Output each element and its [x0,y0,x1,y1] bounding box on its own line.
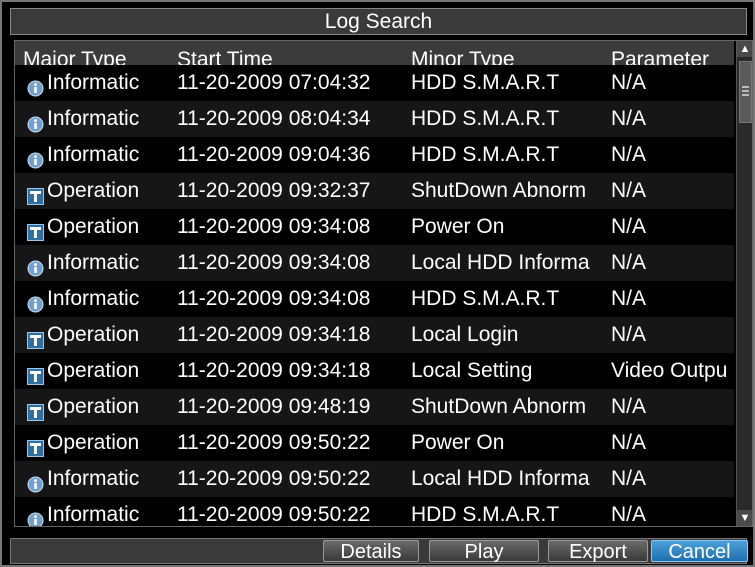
minor-type-cell: Power On [411,431,505,454]
table-row[interactable]: Informatic 11-20-2009 09:34:08 Local HDD I… [15,245,734,281]
table-body: Informatic 11-20-2009 07:04:32 HDD S.M.A.R… [15,65,734,526]
parameter-cell: N/A [611,467,647,490]
dialog-title: Log Search [10,8,747,35]
start-time-cell: 11-20-2009 09:04:36 [177,143,371,166]
info-icon [27,73,44,97]
major-type-cell: Operation [47,323,140,346]
start-time-cell: 11-20-2009 08:04:34 [177,107,371,130]
operation-icon [27,325,44,349]
start-time-cell: 11-20-2009 09:34:08 [177,215,371,238]
minor-type-cell: Local Setting [411,359,533,382]
major-type-cell: Informatic [47,251,140,274]
parameter-cell: N/A [611,143,647,166]
parameter-cell: N/A [611,215,647,238]
table-row[interactable]: Operation 11-20-2009 09:48:19 ShutDown Abn… [15,389,734,425]
table-row[interactable]: Operation 11-20-2009 09:50:22 Power On N/A [15,425,734,461]
major-type-cell: Operation [47,179,140,202]
major-type-cell: Operation [47,431,140,454]
parameter-cell: N/A [611,179,647,202]
vertical-scrollbar[interactable]: ▲ ▼ [736,41,752,526]
start-time-cell: 11-20-2009 09:50:22 [177,503,371,526]
table-row[interactable]: Informatic 11-20-2009 07:04:32 HDD S.M.A.R… [15,65,734,101]
scroll-thumb[interactable] [739,61,752,123]
start-time-cell: 11-20-2009 09:34:08 [177,251,371,274]
details-button[interactable]: Details [323,540,419,563]
major-type-cell: Operation [47,215,140,238]
minor-type-cell: Power On [411,215,505,238]
parameter-cell: N/A [611,287,647,310]
log-search-dialog: Log Search Major Type Start Time Minor T… [0,0,755,567]
cancel-button[interactable]: Cancel [651,540,748,563]
info-icon [27,289,44,313]
log-table: Major Type Start Time Minor Type Paramet… [14,40,753,527]
minor-type-cell: HDD S.M.A.R.T [411,71,560,94]
operation-icon [27,217,44,241]
parameter-cell: N/A [611,395,647,418]
info-icon [27,109,44,133]
minor-type-cell: ShutDown Abnorm [411,395,587,418]
operation-icon [27,397,44,421]
start-time-cell: 11-20-2009 09:32:37 [177,179,371,202]
table-row[interactable]: Informatic 11-20-2009 09:04:36 HDD S.M.A.R… [15,137,734,173]
start-time-cell: 11-20-2009 07:04:32 [177,71,371,94]
minor-type-cell: HDD S.M.A.R.T [411,143,560,166]
info-icon [27,145,44,169]
start-time-cell: 11-20-2009 09:50:22 [177,431,371,454]
parameter-cell: N/A [611,107,647,130]
operation-icon [27,433,44,457]
scroll-up-arrow-icon[interactable]: ▲ [737,41,752,57]
minor-type-cell: Local Login [411,323,519,346]
parameter-cell: N/A [611,251,647,274]
major-type-cell: Informatic [47,467,140,490]
table-row[interactable]: Informatic 11-20-2009 09:34:08 HDD S.M.A.R… [15,281,734,317]
table-row[interactable]: Operation 11-20-2009 09:34:18 Local Login N… [15,317,734,353]
export-button[interactable]: Export [548,540,648,563]
minor-type-cell: HDD S.M.A.R.T [411,503,560,526]
table-row[interactable]: Operation 11-20-2009 09:34:08 Power On N/A [15,209,734,245]
table-row[interactable]: Operation 11-20-2009 09:34:18 Local Settin… [15,353,734,389]
button-bar: Details Play Export Cancel [10,538,748,564]
start-time-cell: 11-20-2009 09:34:18 [177,323,371,346]
info-icon [27,253,44,277]
major-type-cell: Informatic [47,503,140,526]
start-time-cell: 11-20-2009 09:34:08 [177,287,371,310]
parameter-cell: N/A [611,431,647,454]
table-row[interactable]: Informatic 11-20-2009 08:04:34 HDD S.M.A.R… [15,101,734,137]
minor-type-cell: ShutDown Abnorm [411,179,587,202]
scroll-down-arrow-icon[interactable]: ▼ [737,510,752,526]
parameter-cell: Video Outpu [611,359,728,382]
table-row[interactable]: Informatic 11-20-2009 09:50:22 HDD S.M.A.R… [15,497,734,526]
start-time-cell: 11-20-2009 09:50:22 [177,467,371,490]
minor-type-cell: Local HDD Informa [411,467,590,490]
operation-icon [27,361,44,385]
table-row[interactable]: Operation 11-20-2009 09:32:37 ShutDown Abn… [15,173,734,209]
major-type-cell: Informatic [47,71,140,94]
play-button[interactable]: Play [429,540,539,563]
minor-type-cell: Local HDD Informa [411,251,590,274]
major-type-cell: Informatic [47,107,140,130]
minor-type-cell: HDD S.M.A.R.T [411,107,560,130]
info-icon [27,469,44,493]
major-type-cell: Operation [47,395,140,418]
start-time-cell: 11-20-2009 09:48:19 [177,395,371,418]
parameter-cell: N/A [611,323,647,346]
minor-type-cell: HDD S.M.A.R.T [411,287,560,310]
table-row[interactable]: Informatic 11-20-2009 09:50:22 Local HDD I… [15,461,734,497]
parameter-cell: N/A [611,503,647,526]
start-time-cell: 11-20-2009 09:34:18 [177,359,371,382]
major-type-cell: Operation [47,359,140,382]
operation-icon [27,181,44,205]
parameter-cell: N/A [611,71,647,94]
info-icon [27,505,44,526]
grip-icon [742,86,749,96]
major-type-cell: Informatic [47,143,140,166]
major-type-cell: Informatic [47,287,140,310]
